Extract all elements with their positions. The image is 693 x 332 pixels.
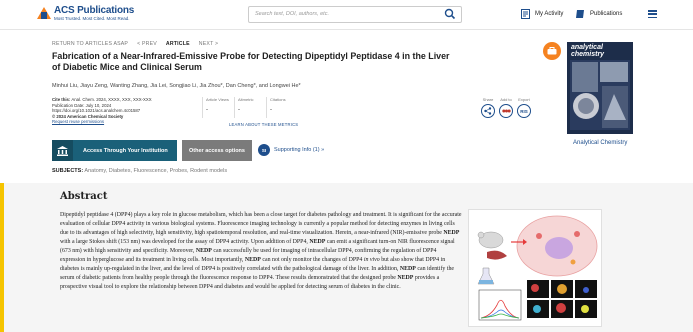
cover-title: analytical chemistry — [571, 44, 605, 58]
metric-altmetric-value: - — [238, 107, 240, 113]
supporting-info-label: Supporting Info (1) » — [274, 147, 325, 153]
metric-views: Article Views - — [202, 97, 230, 118]
toc-graphic[interactable] — [468, 209, 602, 327]
publications-button[interactable]: Publications — [576, 9, 622, 19]
metric-views-value: - — [206, 107, 208, 113]
my-activity-label: My Activity — [535, 11, 564, 17]
cite-text: Anal. Chem. 2024, XXXX, XXX, XXX-XXX — [71, 97, 152, 102]
acs-logo-icon — [37, 6, 51, 21]
journal-cover[interactable]: analytical chemistry — [567, 42, 633, 134]
share-button[interactable] — [481, 104, 495, 118]
access-institution-button[interactable]: Access Through Your Institution — [52, 140, 177, 161]
permissions-link[interactable]: Request reuse permissions — [52, 119, 177, 125]
my-activity-button[interactable]: My Activity — [521, 9, 563, 19]
probe-name: NEDP — [399, 266, 416, 273]
cover-caption[interactable]: Analytical Chemistry — [573, 140, 627, 146]
export-label: Export — [518, 97, 530, 102]
add-to-button[interactable] — [499, 104, 513, 118]
cover-artwork — [570, 60, 630, 130]
abstract-text: Dipeptidyl peptidase 4 (DPP4) plays a ke… — [60, 211, 463, 292]
article-title: Fabrication of a Near-Infrared-Emissive … — [52, 51, 450, 72]
learn-metrics-link[interactable]: LEARN ABOUT THESE METRICS — [229, 122, 298, 127]
probe-name: NEDP — [195, 248, 212, 255]
publications-label: Publications — [590, 11, 623, 17]
search-placeholder: Search text, DOI, authors, etc. — [255, 11, 329, 17]
abstract-italic: in vivo — [363, 257, 380, 264]
metric-altmetric: Altmetric - — [234, 97, 262, 118]
metric-views-label: Article Views — [206, 97, 229, 102]
authors[interactable]: Minhui Liu, Jiayu Zeng, Wanting Zhang, J… — [52, 83, 301, 89]
abstract-part: can not only monitor the changes of DPP4 — [260, 257, 364, 264]
logo-title: ACS Publications — [54, 5, 135, 16]
institution-icon — [52, 140, 73, 161]
metric-citations-label: Citations — [270, 97, 286, 102]
subjects-label: SUBJECTS: — [52, 168, 84, 174]
add-to-label: Add to — [500, 97, 512, 102]
search-icon[interactable] — [444, 8, 456, 20]
search-input[interactable]: Search text, DOI, authors, etc. — [248, 6, 462, 23]
prev-link[interactable]: < PREV — [137, 41, 157, 47]
other-access-label: Other access options — [189, 147, 245, 154]
logo-tagline: Most Trusted. Most Cited. Most Read. — [54, 16, 130, 21]
subjects: SUBJECTS: Anatomy, Diabetes, Fluorescenc… — [52, 168, 227, 174]
open-access-badge-icon[interactable] — [543, 42, 561, 60]
current-label: ARTICLE — [165, 41, 190, 47]
activity-icon — [521, 9, 530, 19]
abstract-part: Dipeptidyl peptidase 4 (DPP4) plays a ke… — [60, 212, 462, 237]
acs-logo[interactable]: ACS Publications Most Trusted. Most Cite… — [37, 6, 134, 22]
abstract-part: with a large Stokes shift (153 nm) was d… — [60, 239, 310, 246]
metric-altmetric-label: Altmetric — [238, 97, 254, 102]
next-link[interactable]: NEXT > — [199, 41, 218, 47]
probe-name: NEDP — [397, 275, 414, 282]
other-access-button[interactable]: Other access options — [182, 140, 252, 161]
supporting-info-link[interactable]: SI Supporting Info (1) » — [258, 144, 324, 156]
metric-citations-value: - — [270, 107, 272, 113]
cover-title-line-2: chemistry — [571, 50, 605, 58]
access-institution-label: Access Through Your Institution — [83, 147, 168, 154]
top-bar: ACS Publications Most Trusted. Most Cite… — [0, 0, 693, 30]
export-ris-button[interactable]: RIS — [517, 104, 531, 118]
metric-citations: Citations - — [266, 97, 294, 118]
citation-block: Cite this: Anal. Chem. 2024, XXXX, XXX, … — [52, 97, 177, 125]
abstract-heading: Abstract — [60, 191, 108, 202]
probe-name: NEDP — [309, 239, 326, 246]
toc-graphic-art — [477, 215, 598, 321]
share-label: Share — [482, 97, 494, 102]
cite-label[interactable]: Cite this: — [52, 97, 70, 102]
add-to-icon — [501, 109, 511, 113]
supporting-info-icon: SI — [258, 144, 270, 156]
publications-icon — [576, 10, 584, 18]
subjects-list[interactable]: Anatomy, Diabetes, Fluorescence, Probes,… — [84, 168, 227, 174]
article-nav: RETURN TO ARTICLES ASAP < PREV ARTICLE N… — [52, 41, 218, 47]
probe-name: NEDP — [244, 257, 261, 264]
probe-name: NEDP — [443, 230, 460, 237]
return-link[interactable]: RETURN TO ARTICLES ASAP — [52, 41, 128, 47]
share-icon — [484, 107, 492, 115]
share-tools: Share Add to Export RIS — [481, 97, 531, 118]
menu-icon[interactable] — [648, 10, 657, 18]
abstract-accent-bar — [0, 183, 4, 332]
metrics: Article Views - Altmetric - Citations - — [202, 97, 298, 118]
